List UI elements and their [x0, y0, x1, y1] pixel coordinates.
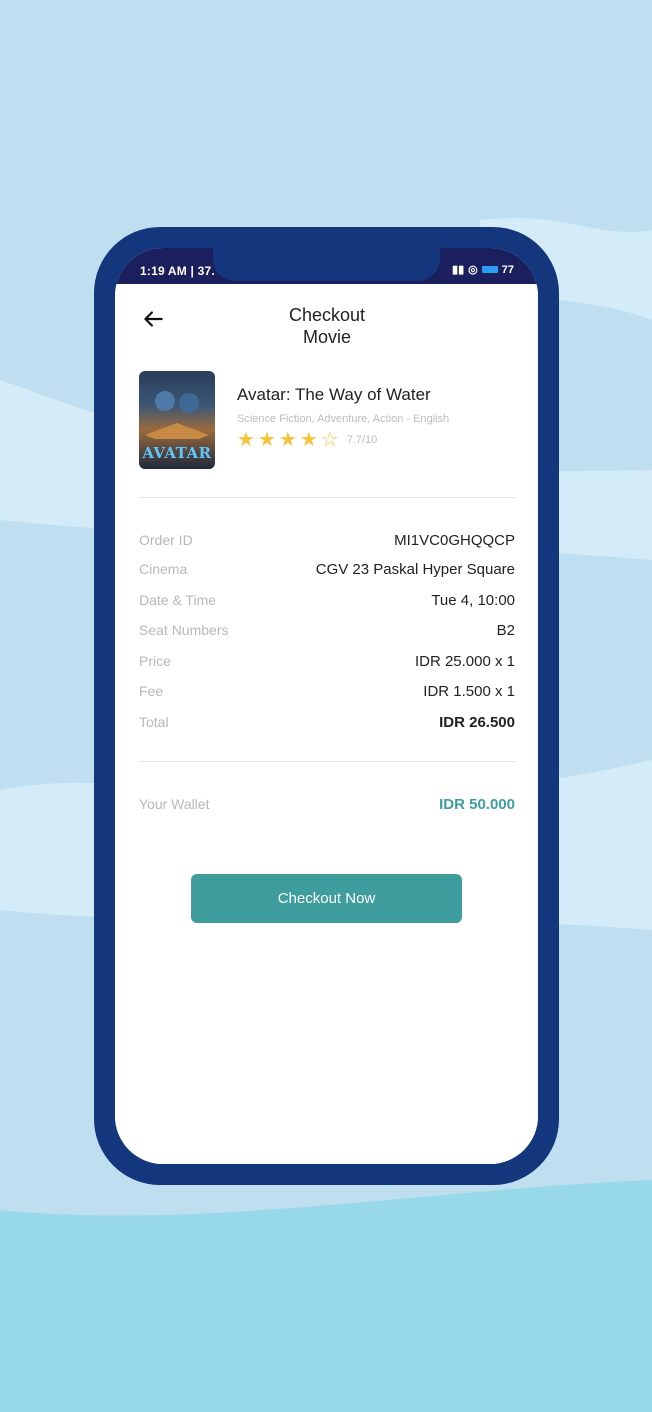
detail-value: IDR 1.500 x 1 — [423, 683, 515, 700]
phone-screen: 1:19 AM | 37. ▮▮ ◎ 77 Checkout Movie AVA… — [115, 248, 538, 1164]
rating-text: 7.7/10 — [346, 434, 378, 446]
movie-poster: AVATAR — [139, 371, 215, 469]
total-value: IDR 26.500 — [439, 714, 515, 731]
detail-row-fee: Fee IDR 1.500 x 1 — [139, 683, 515, 705]
detail-value: B2 — [496, 622, 515, 639]
detail-label: Fee — [139, 683, 164, 699]
detail-row-price: Price IDR 25.000 x 1 — [139, 653, 515, 675]
page-title-line1: Checkout — [288, 305, 366, 325]
detail-label: Cinema — [139, 561, 188, 577]
detail-row-order-id: Order ID MI1VC0GHQQCP — [139, 532, 515, 554]
detail-row-total: Total IDR 26.500 — [139, 714, 515, 736]
movie-title: Avatar: The Way of Water — [237, 385, 431, 404]
wallet-label: Your Wallet — [139, 796, 210, 812]
detail-value: MI1VC0GHQQCP — [394, 532, 515, 549]
signal-icon: ▮▮ — [452, 264, 465, 276]
phone-frame: 1:19 AM | 37. ▮▮ ◎ 77 Checkout Movie AVA… — [94, 227, 559, 1185]
star-empty-icon: ☆ — [320, 429, 339, 451]
detail-value: IDR 25.000 x 1 — [414, 653, 515, 670]
divider — [139, 497, 515, 498]
wallet-row: Your Wallet IDR 50.000 — [139, 796, 515, 818]
status-icons: ▮▮ ◎ 77 — [452, 263, 514, 277]
detail-value: CGV 23 Paskal Hyper Square — [315, 561, 515, 578]
camera-notch — [213, 248, 440, 281]
wifi-icon: ◎ — [468, 264, 478, 276]
poster-title: AVATAR — [142, 444, 212, 462]
star-filled-icon: ★ — [299, 429, 318, 451]
battery-icon — [481, 266, 498, 273]
detail-row-date-time: Date & Time Tue 4, 10:00 — [139, 592, 515, 614]
wallet-balance: IDR 50.000 — [439, 796, 515, 813]
battery-level: 77 — [501, 263, 514, 276]
detail-label: Order ID — [139, 532, 193, 548]
checkout-now-button[interactable]: Checkout Now — [191, 874, 462, 923]
star-filled-icon: ★ — [278, 429, 297, 451]
detail-row-seat-numbers: Seat Numbers B2 — [139, 622, 515, 644]
status-time: 1:19 AM | 37. — [140, 264, 215, 278]
detail-value: Tue 4, 10:00 — [431, 592, 515, 609]
detail-row-cinema: Cinema CGV 23 Paskal Hyper Square — [139, 561, 515, 583]
divider — [139, 761, 515, 762]
page-title-line2: Movie — [302, 327, 351, 347]
star-filled-icon: ★ — [257, 429, 276, 451]
back-arrow-icon[interactable] — [140, 306, 166, 332]
detail-label: Seat Numbers — [139, 622, 229, 638]
detail-label: Price — [139, 653, 171, 669]
movie-genre: Science Fiction, Adventure, Action - Eng… — [237, 413, 450, 425]
star-filled-icon: ★ — [237, 429, 255, 451]
rating-stars: ★ ★ ★ ★ ☆ 7.7/10 — [237, 430, 377, 450]
detail-label: Date & Time — [139, 592, 217, 608]
detail-label: Total — [139, 714, 169, 730]
page-title: Checkout Movie — [255, 304, 399, 348]
checkout-page: Checkout Movie AVATAR Avatar: The Way of… — [115, 284, 538, 1164]
